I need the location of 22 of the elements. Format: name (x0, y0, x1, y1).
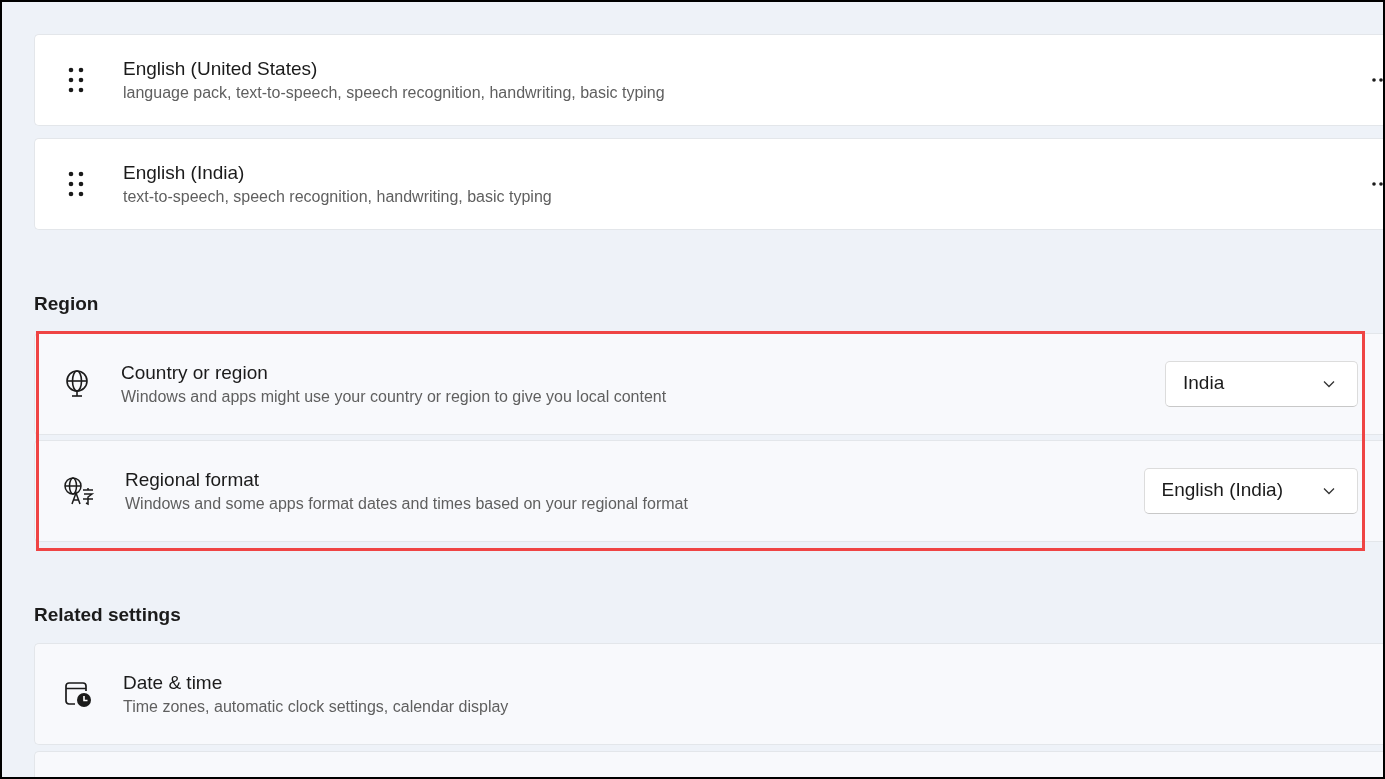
setting-description: Windows and apps might use your country or region to give you local content (121, 386, 668, 407)
setting-description: Windows and some apps format dates and times based on your regional format (125, 493, 689, 514)
chevron-down-icon (1323, 379, 1335, 388)
section-heading: Region (34, 292, 100, 316)
globe-icon (63, 368, 91, 399)
dropdown[interactable]: India (1165, 360, 1358, 407)
setting-title: Regional format (125, 467, 261, 492)
setting-title: Country or region (121, 360, 269, 385)
setting-description: Time zones, automatic clock settings, calendar display (123, 697, 510, 717)
globe-with-letters-icon (63, 475, 95, 506)
section-heading: Related settings (34, 602, 182, 627)
chevron-down-icon (1323, 486, 1335, 495)
setting-title: Date & time (123, 671, 224, 695)
language-name: English (United States) (123, 57, 319, 81)
calendar-clock-icon (63, 679, 93, 709)
language-features: text-to-speech, speech recognition, handwriting, basic typing (123, 187, 553, 207)
setting-card[interactable]: Date & time Time zones, automatic clock settings, calendar display (34, 643, 1383, 745)
drag-handle-icon[interactable] (67, 67, 85, 93)
language-name: English (India) (123, 161, 246, 185)
dropdown[interactable]: English (India) (1143, 467, 1358, 514)
language-features: language pack, text-to-speech, speech recognition, handwriting, basic typing (123, 83, 666, 103)
drag-handle-icon[interactable] (67, 171, 85, 197)
